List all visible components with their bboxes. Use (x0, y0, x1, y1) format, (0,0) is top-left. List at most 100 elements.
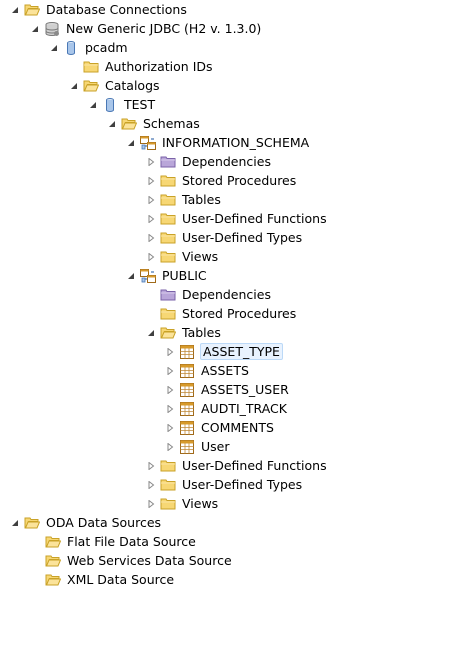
tree-node-catalogs[interactable]: Catalogs (69, 76, 161, 95)
tree-node-label: ODA Data Sources (46, 515, 162, 530)
tree-node-public-tables[interactable]: Tables (146, 323, 222, 342)
tree-node-table-comments[interactable]: COMMENTS (165, 418, 275, 437)
tree-node-information-schema-views[interactable]: Views (146, 247, 219, 266)
collapsed-arrow-icon[interactable] (165, 423, 175, 433)
expanded-arrow-icon[interactable] (88, 100, 98, 110)
tree-node-xml-data-source[interactable]: XML Data Source (45, 570, 175, 589)
tree-node-label: TEST (124, 97, 156, 112)
tree-node-label: Database Connections (46, 2, 187, 17)
collapsed-arrow-icon[interactable] (165, 404, 175, 414)
tree-node-information-schema-user-defined-functions[interactable]: User-Defined Functions (146, 209, 328, 228)
collapsed-arrow-icon[interactable] (165, 366, 175, 376)
tree-node-information-schema-dependencies[interactable]: Dependencies (146, 152, 272, 171)
tree-node-label: Tables (182, 325, 221, 340)
tree-node-public-user-defined-types[interactable]: User-Defined Types (146, 475, 303, 494)
tree-node-database-connections[interactable]: Database Connections (10, 0, 188, 19)
tree-node-public-stored-procedures[interactable]: Stored Procedures (160, 304, 297, 323)
folder-icon (160, 192, 176, 208)
collapsed-arrow-icon[interactable] (146, 499, 156, 509)
tree-node-table-audti-track[interactable]: AUDTI_TRACK (165, 399, 288, 418)
database-icon (102, 97, 118, 113)
tree-node-label: User-Defined Types (182, 477, 303, 492)
folder-open-icon (24, 2, 40, 18)
collapsed-arrow-icon[interactable] (146, 461, 156, 471)
collapsed-arrow-icon[interactable] (146, 480, 156, 490)
dependencies-folder-icon (160, 154, 176, 170)
tree-node-label: Dependencies (182, 287, 271, 302)
folder-open-icon (24, 515, 40, 531)
tree-node-public-user-defined-functions[interactable]: User-Defined Functions (146, 456, 328, 475)
folder-open-icon (121, 116, 137, 132)
tree-node-schemas[interactable]: Schemas (107, 114, 201, 133)
table-icon (179, 344, 195, 360)
tree-node-web-services-data-source[interactable]: Web Services Data Source (45, 551, 233, 570)
folder-open-icon (45, 553, 61, 569)
tree-node-table-assets-user[interactable]: ASSETS_USER (165, 380, 290, 399)
folder-icon (160, 173, 176, 189)
collapsed-arrow-icon[interactable] (146, 157, 156, 167)
collapsed-arrow-icon[interactable] (146, 214, 156, 224)
folder-icon (160, 496, 176, 512)
tree-node-label: New Generic JDBC (H2 v. 1.3.0) (66, 21, 262, 36)
tree-node-label: PUBLIC (162, 268, 207, 283)
tree-node-label: User-Defined Functions (182, 211, 327, 226)
collapsed-arrow-icon[interactable] (146, 252, 156, 262)
tree-node-public[interactable]: PUBLIC (126, 266, 208, 285)
collapsed-arrow-icon[interactable] (165, 442, 175, 452)
expanded-arrow-icon[interactable] (146, 328, 156, 338)
tree-node-label: User-Defined Functions (182, 458, 327, 473)
tree-node-pcadm[interactable]: pcadm (49, 38, 129, 57)
tree-node-oda-data-sources[interactable]: ODA Data Sources (10, 513, 162, 532)
collapsed-arrow-icon[interactable] (146, 176, 156, 186)
tree-node-label: Catalogs (105, 78, 160, 93)
expanded-arrow-icon[interactable] (10, 518, 20, 528)
expanded-arrow-icon[interactable] (69, 81, 79, 91)
expanded-arrow-icon[interactable] (126, 271, 136, 281)
tree-node-authorization-ids[interactable]: Authorization IDs (83, 57, 214, 76)
folder-icon (160, 477, 176, 493)
table-icon (179, 439, 195, 455)
db-connection-icon (44, 21, 60, 37)
tree-node-flat-file-data-source[interactable]: Flat File Data Source (45, 532, 197, 551)
tree-node-public-dependencies[interactable]: Dependencies (160, 285, 272, 304)
collapsed-arrow-icon[interactable] (165, 347, 175, 357)
folder-icon (160, 306, 176, 322)
tree-node-label: Web Services Data Source (67, 553, 232, 568)
schema-icon (140, 268, 156, 284)
collapsed-arrow-icon[interactable] (165, 385, 175, 395)
expanded-arrow-icon[interactable] (10, 5, 20, 15)
tree-node-label: Schemas (143, 116, 200, 131)
tree-node-label: Stored Procedures (182, 173, 297, 188)
expanded-arrow-icon[interactable] (107, 119, 117, 129)
tree-node-information-schema-tables[interactable]: Tables (146, 190, 222, 209)
tree-node-label: AUDTI_TRACK (201, 401, 287, 416)
tree-node-label: ASSETS (201, 363, 249, 378)
expanded-arrow-icon[interactable] (30, 24, 40, 34)
tree-node-h2-connection[interactable]: New Generic JDBC (H2 v. 1.3.0) (30, 19, 262, 38)
expanded-arrow-icon[interactable] (126, 138, 136, 148)
tree-node-test[interactable]: TEST (88, 95, 156, 114)
table-icon (179, 420, 195, 436)
tree-node-table-user[interactable]: User (165, 437, 231, 456)
tree-node-table-asset-type[interactable]: ASSET_TYPE (165, 342, 283, 361)
tree-node-label: Tables (182, 192, 221, 207)
collapsed-arrow-icon[interactable] (146, 233, 156, 243)
database-icon (63, 40, 79, 56)
tree-node-label: INFORMATION_SCHEMA (162, 135, 310, 150)
tree-node-label: pcadm (85, 40, 128, 55)
tree-node-public-views[interactable]: Views (146, 494, 219, 513)
tree-node-label: Views (182, 496, 219, 511)
tree-node-table-assets[interactable]: ASSETS (165, 361, 250, 380)
tree-node-label: Flat File Data Source (67, 534, 196, 549)
folder-open-icon (45, 572, 61, 588)
folder-open-icon (83, 78, 99, 94)
tree-node-label: Views (182, 249, 219, 264)
folder-icon (160, 249, 176, 265)
folder-open-icon (45, 534, 61, 550)
tree-node-information-schema-user-defined-types[interactable]: User-Defined Types (146, 228, 303, 247)
dependencies-folder-icon (160, 287, 176, 303)
tree-node-information-schema-stored-procedures[interactable]: Stored Procedures (146, 171, 297, 190)
collapsed-arrow-icon[interactable] (146, 195, 156, 205)
expanded-arrow-icon[interactable] (49, 43, 59, 53)
tree-node-information-schema[interactable]: INFORMATION_SCHEMA (126, 133, 310, 152)
